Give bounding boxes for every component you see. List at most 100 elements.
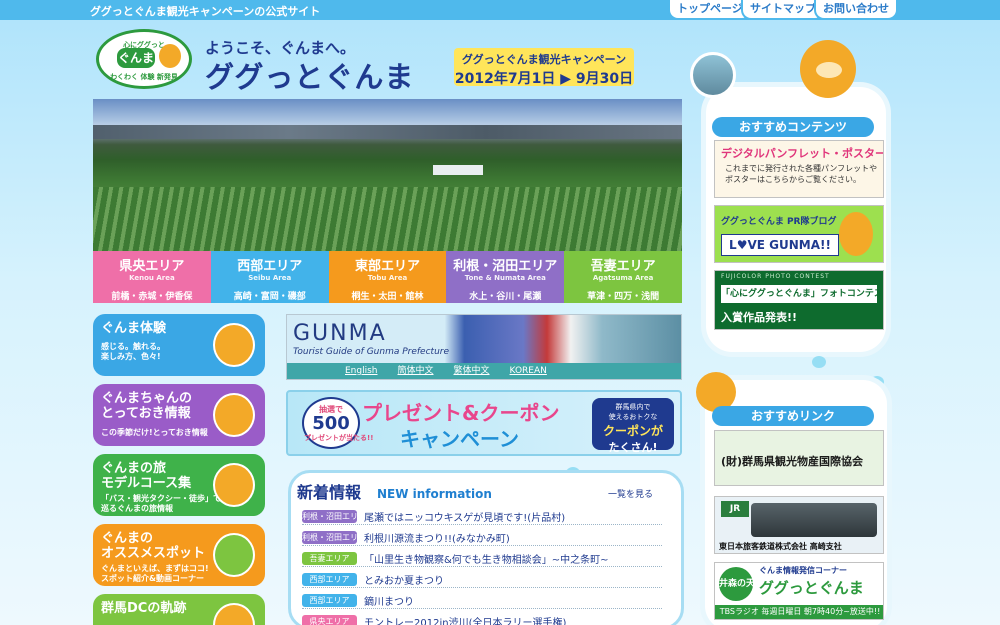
area-en: Tone & Numata Area <box>464 274 546 282</box>
nav-sitemap[interactable]: サイトマップ <box>741 0 825 20</box>
news-more-link[interactable]: 一覧を見る <box>608 487 653 500</box>
blog-logo: L♥VE GUNMA!! <box>721 234 839 256</box>
train-image <box>751 503 877 537</box>
pamphlet-title: デジタルパンフレット・ポスター <box>721 147 884 160</box>
area-towns: 前橋・赤城・伊香保 <box>111 292 193 302</box>
photo-contest-banner[interactable]: FUJICOLOR PHOTO CONTEST 「心にググっとぐんま」フォトコン… <box>714 270 884 330</box>
menu-osusume-spot[interactable]: ぐんまの オススメスポット ぐんまといえば、まずはココ! スポット紹介&動画コー… <box>93 524 265 586</box>
news-item[interactable]: 吾妻エリア 「山里生き物観察&何でも生き物相談会」~中之条町~ <box>302 549 662 567</box>
area-name: 県央エリア <box>119 259 185 274</box>
menu-dc-kiseki[interactable]: 群馬DCの軌跡 <box>93 594 265 625</box>
photo-title: 「心にググっとぐんま」フォトコンテスト <box>721 285 883 303</box>
area-name: 東部エリア <box>354 259 420 274</box>
area-en: Agatsuma Area <box>592 274 654 282</box>
news-area-badge: 県央エリア <box>302 615 357 625</box>
menu-sub: この季節だけ!とっておき情報 <box>101 428 208 437</box>
news-item[interactable]: 西部エリア 鏑川まつり <box>302 591 662 609</box>
coupon-badge: 群馬県内で 使えるおトクな クーポンが たくさん! <box>592 398 674 454</box>
area-towns: 草津・四万・浅間 <box>587 292 660 302</box>
area-tab-tone-numata[interactable]: 利根・沼田エリア Tone & Numata Area 水上・谷川・尾瀬 <box>446 251 565 303</box>
news-title[interactable]: とみおか夏まつり <box>364 572 444 587</box>
news-area-badge: 利根・沼田エリア <box>302 531 366 544</box>
nav-contact[interactable]: お問い合わせ <box>814 0 898 20</box>
news-heading-en: NEW information <box>377 487 492 501</box>
area-tab-seibu[interactable]: 西部エリア Seibu Area 高崎・富岡・磯部 <box>210 251 329 303</box>
nav-top-page[interactable]: トップページ <box>668 0 752 20</box>
news-item[interactable]: 県央エリア モントレー2012in渋川(全日本ラリー選手権) <box>302 612 662 625</box>
present-count-badge: 抽選で 500 プレゼントが当たる!! <box>302 397 373 449</box>
radio-main: ググっとぐんま <box>759 579 864 597</box>
radio-top: ぐんま情報発信コーナー <box>759 566 847 575</box>
blog-title: ググっとぐんま PR隊ブログ <box>721 217 837 227</box>
menu-model-course[interactable]: ぐんまの旅 モデルコース集 「バス・観光タクシー・徒歩」で 巡るぐんまの旅情報 <box>93 454 265 516</box>
area-tabs: 県央エリア Kenou Area 前橋・赤城・伊香保 西部エリア Seibu A… <box>93 251 682 303</box>
news-title[interactable]: 尾瀬ではニッコウキスゲが見頃です!(片品村) <box>364 509 565 524</box>
menu-sub: ぐんまといえば、まずはココ! スポット紹介&動画コーナー <box>101 564 209 583</box>
campaign-name: ググっとぐんま観光キャンペーン <box>461 53 627 66</box>
news-title[interactable]: 利根川源流まつり!!(みなかみ町) <box>364 530 510 545</box>
news-area-badge: 利根・沼田エリア <box>302 510 366 523</box>
lang-english-link[interactable]: English <box>337 363 386 379</box>
news-title[interactable]: モントレー2012in渋川(全日本ラリー選手権) <box>364 614 566 625</box>
area-tab-agatsuma[interactable]: 吾妻エリア Agatsuma Area 草津・四万・浅間 <box>564 251 682 303</box>
tourist-guide-banner[interactable]: GUNMA Tourist Guide of Gunma Prefecture … <box>286 314 682 380</box>
pamphlet-text: これまでに発行された各種パンフレットや ポスターはこちらからご覧ください。 <box>725 164 878 184</box>
news-area-badge: 吾妻エリア <box>302 552 357 565</box>
present-title2: キャンペーン <box>400 427 519 451</box>
mountain-range <box>93 125 682 139</box>
jr-logo: JR <box>721 501 749 517</box>
news-title[interactable]: 「山里生き物観察&何でも生き物相談会」~中之条町~ <box>364 551 609 566</box>
menu-title: 群馬DCの軌跡 <box>101 601 187 616</box>
news-item[interactable]: 利根・沼田エリア 利根川源流まつり!!(みなかみ町) <box>302 528 662 546</box>
menu-sub: 感じる。触れる。 楽しみ方、色々! <box>101 342 165 361</box>
area-name: 西部エリア <box>237 259 303 274</box>
area-tab-tobu[interactable]: 東部エリア Tobu Area 桐生・太田・館林 <box>328 251 447 303</box>
news-item[interactable]: 利根・沼田エリア 尾瀬ではニッコウキスゲが見頃です!(片品村) <box>302 507 662 525</box>
sunflower-icon <box>213 533 255 577</box>
coupon-text4: たくさん! <box>608 441 658 454</box>
kokusai-kyokai-banner[interactable]: (財)群馬県観光物産国際協会 <box>714 430 884 486</box>
recommended-links-title: おすすめリンク <box>712 406 874 426</box>
recommended-contents-title: おすすめコンテンツ <box>712 117 874 137</box>
campaign-dates: 2012年7月1日 ▶ 9月30日 <box>454 71 634 87</box>
lang-simplified-chinese-link[interactable]: 簡体中文 <box>390 363 442 379</box>
link2-text: 東日本旅客鉄道株式会社 高崎支社 <box>719 542 842 551</box>
present-title: プレゼント&クーポン <box>362 401 560 425</box>
gunma-chan-icon <box>213 463 255 507</box>
news-area-badge: 西部エリア <box>302 573 357 586</box>
lang-korean-link[interactable]: KOREAN <box>502 363 555 379</box>
area-name: 利根・沼田エリア <box>453 259 558 274</box>
menu-title: ぐんまの旅 モデルコース集 <box>101 461 192 491</box>
hero-image <box>93 99 682 251</box>
menu-totteoki[interactable]: ぐんまちゃんの とっておき情報 この季節だけ!とっておき情報 <box>93 384 265 446</box>
site-logo[interactable]: 心にググっと ぐんま わくわく 体験 新発見 <box>96 29 192 89</box>
pamphlet-banner[interactable]: デジタルパンフレット・ポスター これまでに発行された各種パンフレットや ポスター… <box>714 140 884 198</box>
greenhouse <box>433 165 483 175</box>
jr-east-banner[interactable]: JR 東日本旅客鉄道株式会社 高崎支社 <box>714 496 884 554</box>
area-tab-kenou[interactable]: 県央エリア Kenou Area 前橋・赤城・伊香保 <box>93 251 211 303</box>
present-coupon-banner[interactable]: 抽選で 500 プレゼントが当たる!! プレゼント&クーポン キャンペーン 群馬… <box>286 390 682 456</box>
menu-gunma-taiken[interactable]: ぐんま体験 感じる。触れる。 楽しみ方、色々! <box>93 314 265 376</box>
campaign-badge: ググっとぐんま観光キャンペーン 2012年7月1日 ▶ 9月30日 <box>454 48 634 87</box>
brand-title: ググっとぐんま <box>205 60 415 94</box>
news-item[interactable]: 西部エリア とみおか夏まつり <box>302 570 662 588</box>
photo-caption: FUJICOLOR PHOTO CONTEST <box>721 273 830 280</box>
present-count: 500 <box>312 413 350 434</box>
area-towns: 高崎・富岡・磯部 <box>233 292 306 302</box>
banner-subtitle: Tourist Guide of Gunma Prefecture <box>293 347 450 357</box>
pr-blog-banner[interactable]: ググっとぐんま PR隊ブログ L♥VE GUNMA!! <box>714 205 884 263</box>
news-area-badge: 西部エリア <box>302 594 357 607</box>
menu-sub: 「バス・観光タクシー・徒歩」で 巡るぐんまの旅情報 <box>101 494 221 513</box>
mascot-face <box>816 62 842 78</box>
photo-result: 入賞作品発表!! <box>721 311 798 324</box>
site-tagline: ググっとぐんま観光キャンペーンの公式サイト <box>90 5 321 18</box>
language-links: English 簡体中文 繁体中文 KOREAN <box>287 363 681 379</box>
gunma-chan-icon <box>159 44 181 68</box>
gunma-chan-icon <box>839 212 873 256</box>
radio-badge: 井森の天気 <box>719 567 764 601</box>
news-heading: 新着情報 <box>297 483 362 502</box>
gunma-chan-icon <box>213 323 255 367</box>
news-title[interactable]: 鏑川まつり <box>364 593 414 608</box>
lang-traditional-chinese-link[interactable]: 繁体中文 <box>446 363 498 379</box>
tbs-radio-banner[interactable]: 井森の天気 ぐんま情報発信コーナー ググっとぐんま TBSラジオ 毎週日曜日 朝… <box>714 562 884 620</box>
